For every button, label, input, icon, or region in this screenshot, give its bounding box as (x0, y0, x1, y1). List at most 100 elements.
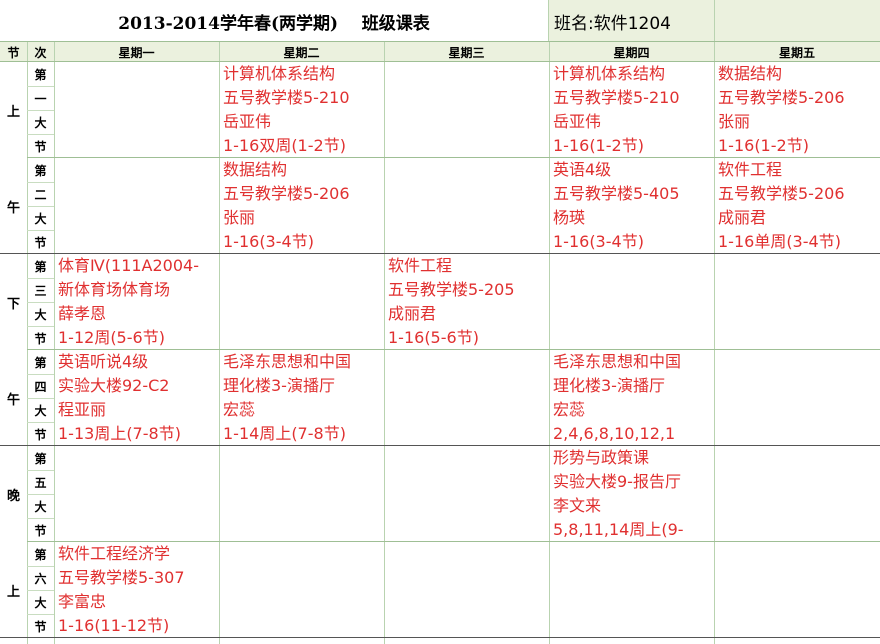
period-1-char: 一 (34, 91, 47, 106)
course-cell[interactable] (549, 254, 714, 350)
course-line: 软件工程 (388, 256, 453, 275)
course-line: 2,4,6,8,10,12,1 (553, 424, 676, 443)
course-line: 1-12周(5-6节) (58, 328, 165, 347)
part-3-char: 上 (6, 584, 20, 600)
period-4-char: 第 (34, 355, 47, 370)
course-line: 毛泽东思想和中国 (553, 352, 682, 371)
period-4-char: 大 (34, 403, 47, 418)
period-6-char: 第 (34, 547, 47, 562)
header-day-1: 星期一 (54, 42, 219, 62)
header-jie: 节 (0, 42, 27, 62)
period-3-char: 大 (34, 307, 47, 322)
course-cell[interactable] (219, 446, 384, 542)
course-cell[interactable]: 软件工程 五号教学楼5-205 成丽君 1-16(5-6节) (384, 254, 549, 350)
course-line: 数据结构 (718, 64, 783, 83)
period-1-char: 大 (34, 115, 47, 130)
course-line: 1-16(1-2节) (553, 136, 644, 155)
period-2-char: 节 (34, 235, 47, 250)
course-cell[interactable] (714, 350, 880, 446)
course-line: 体育Ⅳ(111A2004- (58, 256, 199, 275)
course-line: 1-16单周(3-4节) (718, 232, 841, 251)
course-cell[interactable]: 数据结构 五号教学楼5-206 张丽 1-16(3-4节) (219, 158, 384, 254)
course-line: 李富忠 (58, 592, 107, 611)
page-title: 2013-2014学年春(两学期) 班级课表 (118, 13, 430, 34)
period-6-char: 节 (34, 619, 47, 634)
course-line: 程亚丽 (58, 400, 107, 419)
course-cell[interactable] (549, 542, 714, 638)
period-2-char: 二 (34, 187, 47, 202)
course-line: 杨瑛 (553, 208, 586, 227)
course-line: 1-16(3-4节) (223, 232, 314, 251)
course-line: 1-14周上(7-8节) (223, 424, 346, 443)
course-cell[interactable] (384, 158, 549, 254)
course-cell[interactable]: 软件工程经济学 五号教学楼5-307 李富忠 1-16(11-12节) (54, 542, 219, 638)
course-cell[interactable]: 计算机体系结构 五号教学楼5-210 岳亚伟 1-16(1-2节) (549, 62, 714, 158)
course-cell[interactable] (714, 446, 880, 542)
course-line: 1-16(11-12节) (58, 616, 170, 635)
period-3-char: 节 (34, 331, 47, 346)
course-line: 1-16(3-4节) (553, 232, 644, 251)
course-line: 五号教学楼5-405 (553, 184, 680, 203)
part-1-char: 午 (6, 200, 20, 216)
period-2-char: 大 (34, 211, 47, 226)
class-name-cell[interactable]: 班名:软件1204 (548, 0, 714, 42)
course-cell[interactable]: 毛泽东思想和中国 理化楼3-演播厅 宏蕊 1-14周上(7-8节) (219, 350, 384, 446)
course-line: 五号教学楼5-206 (718, 88, 845, 107)
period-3-char: 第 (34, 259, 47, 274)
course-cell[interactable] (384, 350, 549, 446)
course-cell[interactable] (714, 542, 880, 638)
period-5-char: 五 (34, 475, 47, 490)
course-cell[interactable]: 数据结构 五号教学楼5-206 张丽 1-16(1-2节) (714, 62, 880, 158)
course-cell[interactable]: 毛泽东思想和中国 理化楼3-演播厅 宏蕊 2,4,6,8,10,12,1 (549, 350, 714, 446)
course-line: 五号教学楼5-210 (223, 88, 350, 107)
course-line: 五号教学楼5-206 (223, 184, 350, 203)
course-line: 计算机体系结构 (553, 64, 666, 83)
title-divider (0, 41, 880, 42)
period-1-char: 第 (34, 67, 47, 82)
part-2-char: 午 (6, 392, 20, 408)
timetable-sheet: 2013-2014学年春(两学期) 班级课表 班名:软件1204 节次星期一 星期… (0, 0, 880, 644)
course-line: 计算机体系结构 (223, 64, 336, 83)
course-line: 五号教学楼5-206 (718, 184, 845, 203)
course-line: 实验大楼92-C2 (58, 376, 170, 395)
course-cell[interactable]: 英语4级五号教学楼5-405 杨瑛 1-16(3-4节) (549, 158, 714, 254)
course-cell[interactable]: 形势与政策课 实验大楼9-报告厅 李文来 5,8,11,14周上(9- (549, 446, 714, 542)
header-day-2: 星期二 (219, 42, 384, 62)
course-line: 1-16(1-2节) (718, 136, 809, 155)
course-line: 实验大楼9-报告厅 (553, 472, 681, 491)
blank-header-cell[interactable] (714, 0, 880, 42)
course-line: 英语4级 (553, 160, 612, 179)
course-cell[interactable]: 体育Ⅳ(111A2004- 新体育场体育场 薛孝恩 1-12周(5-6节) (54, 254, 219, 350)
course-cell[interactable] (54, 158, 219, 254)
course-cell[interactable] (54, 446, 219, 542)
course-line: 软件工程 (718, 160, 783, 179)
course-cell[interactable] (384, 542, 549, 638)
course-cell[interactable] (219, 254, 384, 350)
course-cell[interactable]: 计算机体系结构 五号教学楼5-210 岳亚伟 1-16双周(1-2节) (219, 62, 384, 158)
course-cell[interactable]: 软件工程五号教学楼5-206 成丽君 1-16单周(3-4节) (714, 158, 880, 254)
course-line: 新体育场体育场 (58, 280, 171, 299)
period-3-char: 三 (34, 283, 47, 298)
period-4-char: 节 (34, 427, 47, 442)
course-line: 5,8,11,14周上(9- (553, 520, 684, 539)
period-4-char: 四 (34, 379, 47, 394)
course-line: 理化楼3-演播厅 (553, 376, 665, 395)
course-line: 成丽君 (718, 208, 767, 227)
course-cell[interactable] (714, 254, 880, 350)
course-cell[interactable] (219, 542, 384, 638)
course-cell[interactable]: 英语听说4级 实验大楼92-C2 程亚丽 1-13周上(7-8节) (54, 350, 219, 446)
period-5-char: 大 (34, 499, 47, 514)
part-1-char: 上 (6, 104, 20, 120)
header-day-5: 星期五 (714, 42, 880, 62)
course-line: 毛泽东思想和中国 (223, 352, 352, 371)
part-2-char: 下 (6, 296, 20, 312)
course-cell[interactable] (384, 446, 549, 542)
course-line: 宏蕊 (553, 400, 586, 419)
course-cell[interactable] (54, 62, 219, 158)
header-ci: 次 (27, 42, 54, 62)
course-cell[interactable] (384, 62, 549, 158)
course-line: 宏蕊 (223, 400, 256, 419)
course-line: 1-13周上(7-8节) (58, 424, 181, 443)
course-line: 软件工程经济学 (58, 544, 171, 563)
course-line: 理化楼3-演播厅 (223, 376, 335, 395)
